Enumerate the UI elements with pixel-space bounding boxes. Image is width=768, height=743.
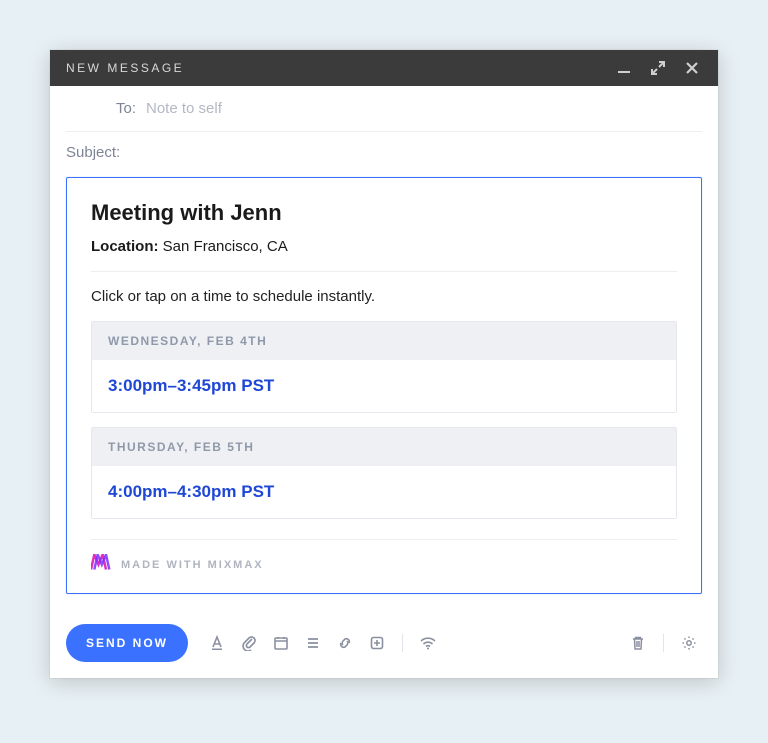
slot-group: THURSDAY, FEB 5TH 4:00pm–4:30pm PST: [91, 427, 677, 519]
made-with-row: MADE WITH MIXMAX: [91, 539, 677, 575]
subject-label: Subject:: [66, 144, 120, 161]
link-icon[interactable]: [332, 630, 358, 656]
location-line: Location: San Francisco, CA: [91, 238, 677, 255]
footer-divider: [402, 634, 403, 652]
send-button[interactable]: SEND NOW: [66, 624, 188, 662]
titlebar-title: NEW MESSAGE: [66, 61, 184, 75]
header-fields: To: Note to self Subject:: [50, 86, 718, 173]
availability-card: Meeting with Jenn Location: San Francisc…: [66, 177, 702, 594]
to-value: Note to self: [146, 100, 222, 117]
attachment-icon[interactable]: [236, 630, 262, 656]
mixmax-logo-icon: [91, 554, 111, 575]
slot-time-option[interactable]: 4:00pm–4:30pm PST: [92, 466, 676, 518]
calendar-icon[interactable]: [268, 630, 294, 656]
instructions-text: Click or tap on a time to schedule insta…: [91, 288, 677, 305]
text-format-icon[interactable]: [204, 630, 230, 656]
trash-icon[interactable]: [625, 630, 651, 656]
wifi-icon[interactable]: [415, 630, 441, 656]
minimize-button[interactable]: [610, 54, 638, 82]
expand-button[interactable]: [644, 54, 672, 82]
close-button[interactable]: [678, 54, 706, 82]
list-icon[interactable]: [300, 630, 326, 656]
to-row[interactable]: To: Note to self: [66, 86, 702, 132]
made-with-text: MADE WITH MIXMAX: [121, 559, 264, 571]
compose-footer: SEND NOW: [50, 612, 718, 678]
titlebar: NEW MESSAGE: [50, 50, 718, 86]
meeting-title: Meeting with Jenn: [91, 200, 677, 226]
location-label: Location:: [91, 238, 159, 255]
footer-divider: [663, 634, 664, 652]
slot-time-option[interactable]: 3:00pm–3:45pm PST: [92, 360, 676, 412]
message-body[interactable]: Meeting with Jenn Location: San Francisc…: [50, 173, 718, 612]
to-label: To:: [66, 100, 146, 117]
slot-group: WEDNESDAY, FEB 4TH 3:00pm–3:45pm PST: [91, 321, 677, 413]
compose-window: NEW MESSAGE To: Note to self Subject: Me: [50, 50, 718, 678]
location-value: San Francisco, CA: [163, 238, 288, 255]
insert-icon[interactable]: [364, 630, 390, 656]
slot-day-header: THURSDAY, FEB 5TH: [92, 428, 676, 466]
card-divider: [91, 271, 677, 272]
gear-icon[interactable]: [676, 630, 702, 656]
subject-row[interactable]: Subject:: [66, 132, 702, 173]
slot-day-header: WEDNESDAY, FEB 4TH: [92, 322, 676, 360]
